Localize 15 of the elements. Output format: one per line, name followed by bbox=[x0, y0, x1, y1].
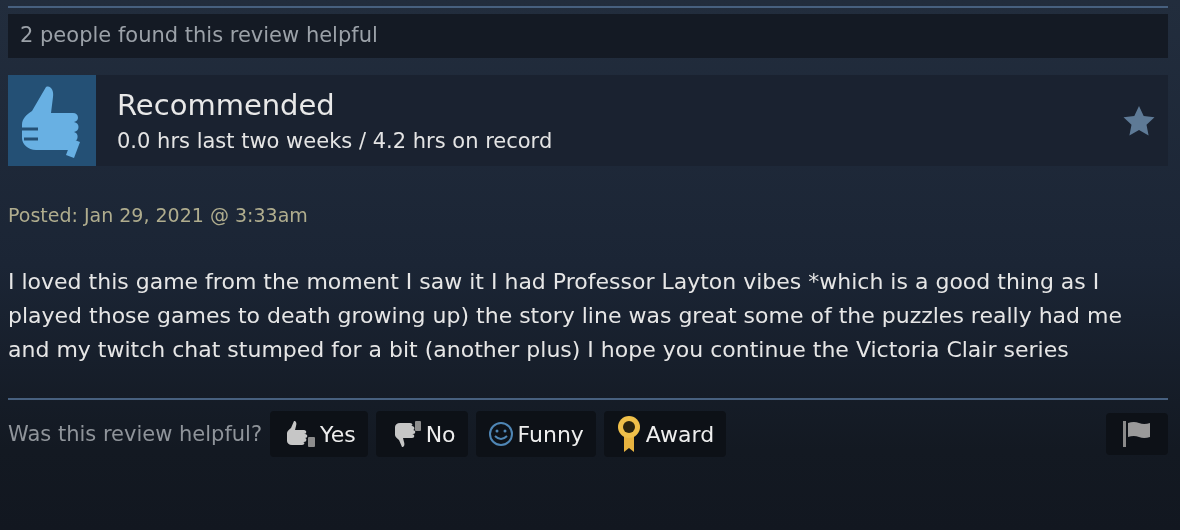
award-button[interactable]: Award bbox=[603, 411, 727, 457]
verdict-title: Recommended bbox=[117, 88, 336, 122]
smiley-icon bbox=[487, 421, 514, 447]
helpful-count: 2 people found this review helpful bbox=[8, 14, 1168, 58]
flag-icon bbox=[1121, 419, 1153, 449]
helpful-question: Was this review helpful? bbox=[8, 422, 263, 446]
review-text: I loved this game from the moment I saw it I had Professor Layton vibes *which is a good thing as I played those games to death growing up) the story line was great some of the puzzles really had me and my twitch chat stumped for a bit (another plus) I hope you continue the Victoria Clair series bbox=[8, 268, 1123, 364]
award-ribbon-icon bbox=[615, 415, 642, 453]
funny-button[interactable]: Funny bbox=[475, 411, 596, 457]
yes-button[interactable]: Yes bbox=[270, 411, 368, 457]
posted-date: Posted: Jan 29, 2021 @ 3:33am bbox=[8, 204, 309, 226]
star-icon[interactable] bbox=[1122, 104, 1156, 137]
playtime-text: 0.0 hrs last two weeks / 4.2 hrs on record bbox=[117, 129, 554, 153]
no-button[interactable]: No bbox=[375, 411, 468, 457]
report-button[interactable] bbox=[1106, 413, 1168, 455]
